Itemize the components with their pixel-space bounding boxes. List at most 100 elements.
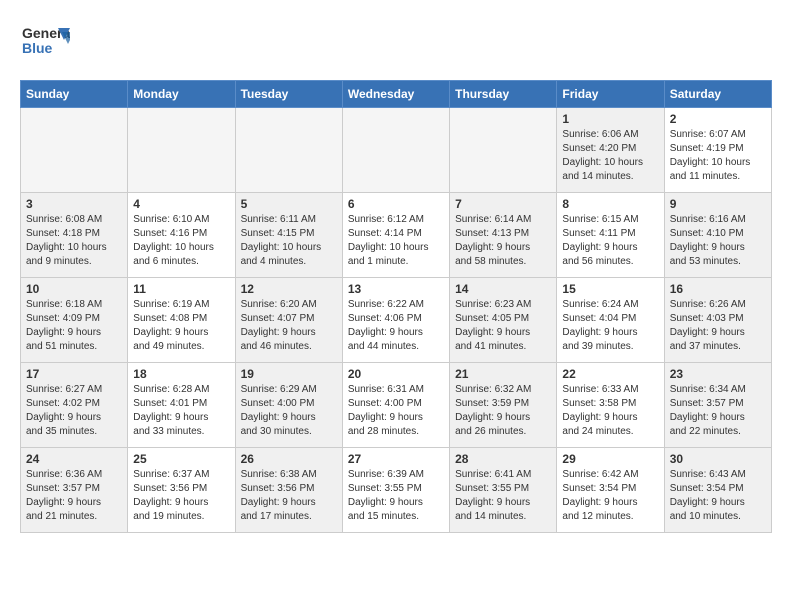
calendar-cell: 16 Sunrise: 6:26 AMSunset: 4:03 PMDayligh… xyxy=(664,278,771,363)
day-info: Sunrise: 6:06 AMSunset: 4:20 PMDaylight:… xyxy=(562,128,658,184)
day-info: Sunrise: 6:26 AMSunset: 4:03 PMDaylight:… xyxy=(670,298,766,354)
day-number: 16 xyxy=(670,282,766,296)
weekday-header-thursday: Thursday xyxy=(450,81,557,108)
day-number: 29 xyxy=(562,452,658,466)
calendar-cell: 21Sunrise: 6:32 AMSunset: 3:59 PMDayligh… xyxy=(450,363,557,448)
day-number: 6 xyxy=(348,197,444,211)
calendar-cell: 27 Sunrise: 6:39 AMSunset: 3:55 PMDayligh… xyxy=(342,448,449,533)
calendar-cell: 8Sunrise: 6:15 AMSunset: 4:11 PMDaylight… xyxy=(557,193,664,278)
day-info: Sunrise: 6:27 AMSunset: 4:02 PMDaylight:… xyxy=(26,383,122,439)
day-number: 3 xyxy=(26,197,122,211)
calendar-table: SundayMondayTuesdayWednesdayThursdayFrid… xyxy=(20,80,772,533)
calendar-cell: 20 Sunrise: 6:31 AMSunset: 4:00 PMDayligh… xyxy=(342,363,449,448)
day-info: Sunrise: 6:29 AMSunset: 4:00 PMDaylight:… xyxy=(241,383,337,439)
calendar-cell: 3Sunrise: 6:08 AMSunset: 4:18 PMDaylight… xyxy=(21,193,128,278)
day-number: 17 xyxy=(26,367,122,381)
day-info: Sunrise: 6:24 AMSunset: 4:04 PMDaylight:… xyxy=(562,298,658,354)
day-info: Sunrise: 6:19 AMSunset: 4:08 PMDaylight:… xyxy=(133,298,229,354)
day-number: 23 xyxy=(670,367,766,381)
day-info: Sunrise: 6:38 AMSunset: 3:56 PMDaylight:… xyxy=(241,468,337,524)
weekday-header-wednesday: Wednesday xyxy=(342,81,449,108)
calendar-cell xyxy=(235,108,342,193)
week-row-3: 17 Sunrise: 6:27 AMSunset: 4:02 PMDayligh… xyxy=(21,363,772,448)
calendar-cell: 5 Sunrise: 6:11 AMSunset: 4:15 PMDaylight… xyxy=(235,193,342,278)
day-info: Sunrise: 6:23 AMSunset: 4:05 PMDaylight:… xyxy=(455,298,551,354)
svg-text:Blue: Blue xyxy=(22,40,53,56)
logo-icon: General Blue xyxy=(20,20,70,65)
weekday-header-tuesday: Tuesday xyxy=(235,81,342,108)
day-number: 28 xyxy=(455,452,551,466)
day-number: 24 xyxy=(26,452,122,466)
day-info: Sunrise: 6:10 AMSunset: 4:16 PMDaylight:… xyxy=(133,213,229,269)
day-info: Sunrise: 6:14 AMSunset: 4:13 PMDaylight:… xyxy=(455,213,551,269)
day-info: Sunrise: 6:31 AMSunset: 4:00 PMDaylight:… xyxy=(348,383,444,439)
day-number: 14 xyxy=(455,282,551,296)
day-info: Sunrise: 6:43 AMSunset: 3:54 PMDaylight:… xyxy=(670,468,766,524)
day-number: 13 xyxy=(348,282,444,296)
calendar-cell: 26 Sunrise: 6:38 AMSunset: 3:56 PMDayligh… xyxy=(235,448,342,533)
calendar-cell: 28 Sunrise: 6:41 AMSunset: 3:55 PMDayligh… xyxy=(450,448,557,533)
day-number: 26 xyxy=(241,452,337,466)
day-info: Sunrise: 6:39 AMSunset: 3:55 PMDaylight:… xyxy=(348,468,444,524)
weekday-header-monday: Monday xyxy=(128,81,235,108)
calendar-cell: 25 Sunrise: 6:37 AMSunset: 3:56 PMDayligh… xyxy=(128,448,235,533)
day-number: 9 xyxy=(670,197,766,211)
calendar-cell: 1 Sunrise: 6:06 AMSunset: 4:20 PMDaylight… xyxy=(557,108,664,193)
day-number: 4 xyxy=(133,197,229,211)
calendar-cell: 15 Sunrise: 6:24 AMSunset: 4:04 PMDayligh… xyxy=(557,278,664,363)
day-info: Sunrise: 6:42 AMSunset: 3:54 PMDaylight:… xyxy=(562,468,658,524)
day-info: Sunrise: 6:18 AMSunset: 4:09 PMDaylight:… xyxy=(26,298,122,354)
page-header: General Blue xyxy=(20,20,772,70)
day-number: 27 xyxy=(348,452,444,466)
day-info: Sunrise: 6:36 AMSunset: 3:57 PMDaylight:… xyxy=(26,468,122,524)
calendar-cell: 29 Sunrise: 6:42 AMSunset: 3:54 PMDayligh… xyxy=(557,448,664,533)
calendar-cell: 23Sunrise: 6:34 AMSunset: 3:57 PMDayligh… xyxy=(664,363,771,448)
calendar-cell: 24 Sunrise: 6:36 AMSunset: 3:57 PMDayligh… xyxy=(21,448,128,533)
day-info: Sunrise: 6:20 AMSunset: 4:07 PMDaylight:… xyxy=(241,298,337,354)
day-number: 21 xyxy=(455,367,551,381)
day-number: 12 xyxy=(241,282,337,296)
day-number: 1 xyxy=(562,112,658,126)
day-number: 20 xyxy=(348,367,444,381)
day-number: 2 xyxy=(670,112,766,126)
day-info: Sunrise: 6:12 AMSunset: 4:14 PMDaylight:… xyxy=(348,213,444,269)
calendar-cell: 6 Sunrise: 6:12 AMSunset: 4:14 PMDaylight… xyxy=(342,193,449,278)
calendar-cell: 11 Sunrise: 6:19 AMSunset: 4:08 PMDayligh… xyxy=(128,278,235,363)
day-info: Sunrise: 6:07 AMSunset: 4:19 PMDaylight:… xyxy=(670,128,766,184)
calendar-cell xyxy=(128,108,235,193)
calendar-cell: 18Sunrise: 6:28 AMSunset: 4:01 PMDayligh… xyxy=(128,363,235,448)
calendar-cell: 13 Sunrise: 6:22 AMSunset: 4:06 PMDayligh… xyxy=(342,278,449,363)
calendar-cell: 7 Sunrise: 6:14 AMSunset: 4:13 PMDaylight… xyxy=(450,193,557,278)
calendar-cell: 9 Sunrise: 6:16 AMSunset: 4:10 PMDaylight… xyxy=(664,193,771,278)
day-number: 18 xyxy=(133,367,229,381)
weekday-header-saturday: Saturday xyxy=(664,81,771,108)
calendar-cell xyxy=(450,108,557,193)
calendar-cell: 30Sunrise: 6:43 AMSunset: 3:54 PMDayligh… xyxy=(664,448,771,533)
calendar-cell: 2 Sunrise: 6:07 AMSunset: 4:19 PMDaylight… xyxy=(664,108,771,193)
day-info: Sunrise: 6:33 AMSunset: 3:58 PMDaylight:… xyxy=(562,383,658,439)
day-number: 10 xyxy=(26,282,122,296)
calendar-cell xyxy=(21,108,128,193)
calendar-cell: 17 Sunrise: 6:27 AMSunset: 4:02 PMDayligh… xyxy=(21,363,128,448)
day-number: 15 xyxy=(562,282,658,296)
week-row-4: 24 Sunrise: 6:36 AMSunset: 3:57 PMDayligh… xyxy=(21,448,772,533)
day-info: Sunrise: 6:16 AMSunset: 4:10 PMDaylight:… xyxy=(670,213,766,269)
calendar-cell: 22 Sunrise: 6:33 AMSunset: 3:58 PMDayligh… xyxy=(557,363,664,448)
day-number: 11 xyxy=(133,282,229,296)
calendar-cell: 4 Sunrise: 6:10 AMSunset: 4:16 PMDaylight… xyxy=(128,193,235,278)
day-number: 22 xyxy=(562,367,658,381)
day-info: Sunrise: 6:22 AMSunset: 4:06 PMDaylight:… xyxy=(348,298,444,354)
day-number: 25 xyxy=(133,452,229,466)
day-number: 7 xyxy=(455,197,551,211)
calendar-cell: 10 Sunrise: 6:18 AMSunset: 4:09 PMDayligh… xyxy=(21,278,128,363)
day-number: 5 xyxy=(241,197,337,211)
day-info: Sunrise: 6:15 AMSunset: 4:11 PMDaylight:… xyxy=(562,213,658,269)
day-info: Sunrise: 6:41 AMSunset: 3:55 PMDaylight:… xyxy=(455,468,551,524)
week-row-2: 10 Sunrise: 6:18 AMSunset: 4:09 PMDayligh… xyxy=(21,278,772,363)
calendar-cell: 12 Sunrise: 6:20 AMSunset: 4:07 PMDayligh… xyxy=(235,278,342,363)
logo: General Blue xyxy=(20,20,70,70)
day-info: Sunrise: 6:37 AMSunset: 3:56 PMDaylight:… xyxy=(133,468,229,524)
week-row-0: 1 Sunrise: 6:06 AMSunset: 4:20 PMDaylight… xyxy=(21,108,772,193)
day-info: Sunrise: 6:11 AMSunset: 4:15 PMDaylight:… xyxy=(241,213,337,269)
day-number: 19 xyxy=(241,367,337,381)
